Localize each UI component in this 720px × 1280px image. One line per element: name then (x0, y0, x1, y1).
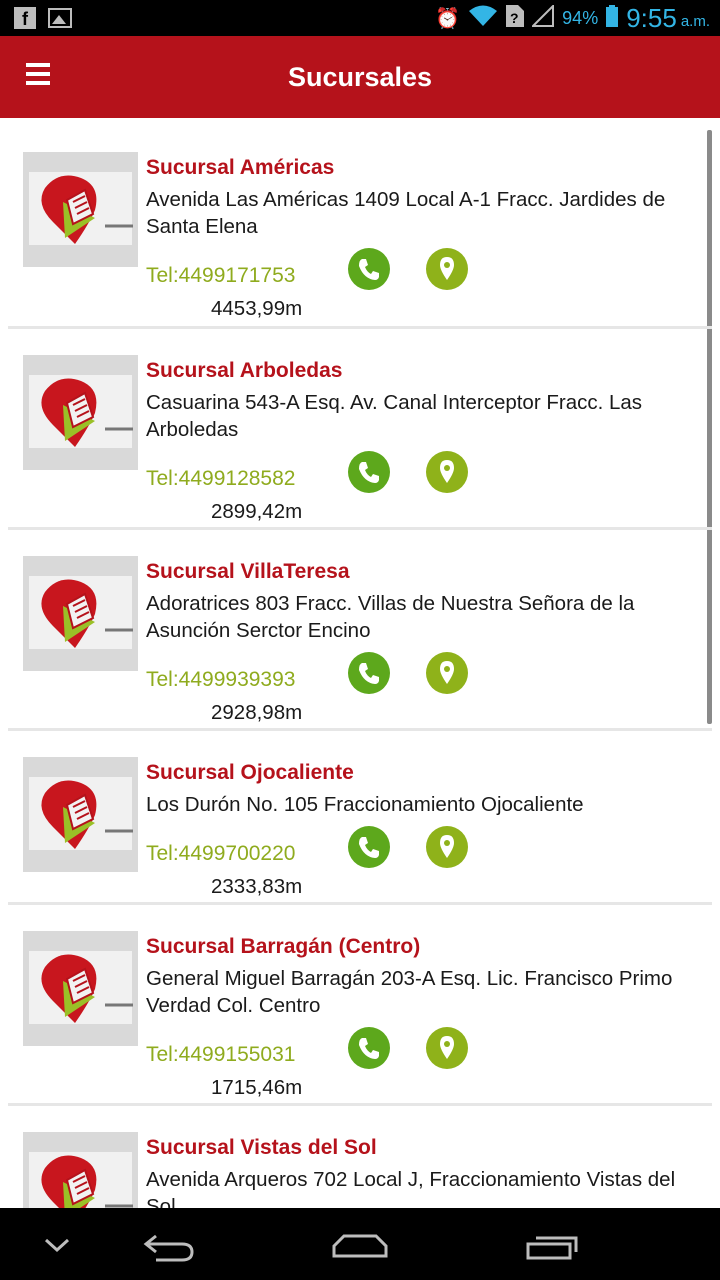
map-location-button[interactable] (426, 826, 468, 868)
signal-icon (530, 3, 555, 32)
call-button[interactable] (348, 451, 390, 493)
call-button[interactable] (348, 1027, 390, 1069)
branch-phone[interactable]: Tel:4499700220 (146, 842, 295, 866)
branch-distance: 4453,99m (211, 297, 303, 320)
branch-name: Sucursal Arboledas (146, 359, 343, 382)
branch-name: Sucursal Américas (146, 156, 335, 179)
list-item[interactable]: Sucursal Barragán (Centro) General Migue… (8, 905, 712, 1106)
branch-address: Avenida Arqueros 702 Local J, Fraccionam… (146, 1168, 676, 1208)
list-item[interactable]: Sucursal VillaTeresa Adoratrices 803 Fra… (8, 530, 712, 731)
call-button[interactable] (348, 248, 390, 290)
branch-address: Los Durón No. 105 Fraccionamiento Ojocal… (146, 793, 584, 816)
branch-name: Sucursal Ojocaliente (146, 761, 354, 784)
branch-logo-thumbnail (23, 931, 138, 1046)
branch-logo-thumbnail (23, 355, 138, 470)
clock-time: 9:55 (626, 2, 677, 33)
location-pin-icon (440, 460, 454, 483)
battery-level: 94% (562, 7, 599, 28)
branch-phone[interactable]: Tel:4499939393 (146, 668, 295, 692)
branch-address: General Miguel Barragán 203-A Esq. Lic. … (146, 967, 673, 1017)
phone-icon (359, 462, 379, 483)
map-location-button[interactable] (426, 1027, 468, 1069)
phone-icon (359, 837, 379, 858)
location-pin-icon (440, 257, 454, 280)
map-location-button[interactable] (426, 248, 468, 290)
app-bar: Sucursales (0, 36, 720, 118)
branch-logo-thumbnail (23, 556, 138, 671)
list-item[interactable]: Sucursal Ojocaliente Los Durón No. 105 F… (8, 731, 712, 905)
back-icon[interactable] (140, 1208, 196, 1280)
branch-name: Sucursal Barragán (Centro) (146, 935, 421, 958)
facebook-icon: f (14, 7, 36, 29)
branch-logo-thumbnail (23, 152, 138, 267)
location-pin-icon (440, 661, 454, 684)
list-item[interactable]: Sucursal Arboledas Casuarina 543-A Esq. … (8, 329, 712, 530)
list-item[interactable]: Sucursal Vistas del Sol Avenida Arqueros… (8, 1106, 712, 1208)
phone-icon (359, 1038, 379, 1059)
branch-name: Sucursal Vistas del Sol (146, 1136, 377, 1159)
status-bar: f ⏰ ? 94% 9:55 a.m. (0, 0, 720, 36)
wifi-icon (468, 4, 498, 33)
home-icon[interactable] (330, 1208, 390, 1280)
call-button[interactable] (348, 652, 390, 694)
hide-keyboard-icon[interactable] (40, 1208, 74, 1280)
page-title: Sucursales (287, 62, 433, 92)
svg-text:?: ? (510, 10, 519, 26)
list-item[interactable]: Sucursal Américas Avenida Las Américas 1… (8, 126, 712, 329)
branch-distance: 2333,83m (211, 875, 303, 898)
branch-distance: 2899,42m (211, 500, 303, 523)
branch-address: Adoratrices 803 Fracc. Villas de Nuestra… (146, 592, 635, 642)
branch-logo-thumbnail (23, 1132, 138, 1208)
location-pin-icon (440, 835, 454, 858)
branch-distance: 1715,46m (211, 1076, 303, 1099)
phone-icon (359, 663, 379, 684)
phone-icon (359, 259, 379, 280)
battery-icon (606, 5, 619, 31)
branch-phone[interactable]: Tel:4499155031 (146, 1043, 295, 1067)
branch-name: Sucursal VillaTeresa (146, 560, 350, 583)
location-pin-icon (440, 1036, 454, 1059)
branch-distance: 2928,98m (211, 701, 303, 724)
image-icon (48, 8, 72, 28)
branch-address: Avenida Las Américas 1409 Local A-1 Frac… (146, 188, 666, 238)
branch-phone[interactable]: Tel:4499171753 (146, 264, 295, 288)
navigation-bar (0, 1208, 720, 1280)
branch-address: Casuarina 543-A Esq. Av. Canal Intercept… (146, 391, 643, 441)
alarm-icon: ⏰ (435, 6, 461, 30)
branch-list[interactable]: Sucursal Américas Avenida Las Américas 1… (0, 118, 720, 1208)
call-button[interactable] (348, 826, 390, 868)
map-location-button[interactable] (426, 652, 468, 694)
branch-logo-thumbnail (23, 757, 138, 872)
branch-phone[interactable]: Tel:4499128582 (146, 467, 295, 491)
clock-ampm: a.m. (680, 12, 710, 30)
recents-icon[interactable] (524, 1208, 582, 1280)
map-location-button[interactable] (426, 451, 468, 493)
no-sim-icon: ? (506, 4, 525, 32)
